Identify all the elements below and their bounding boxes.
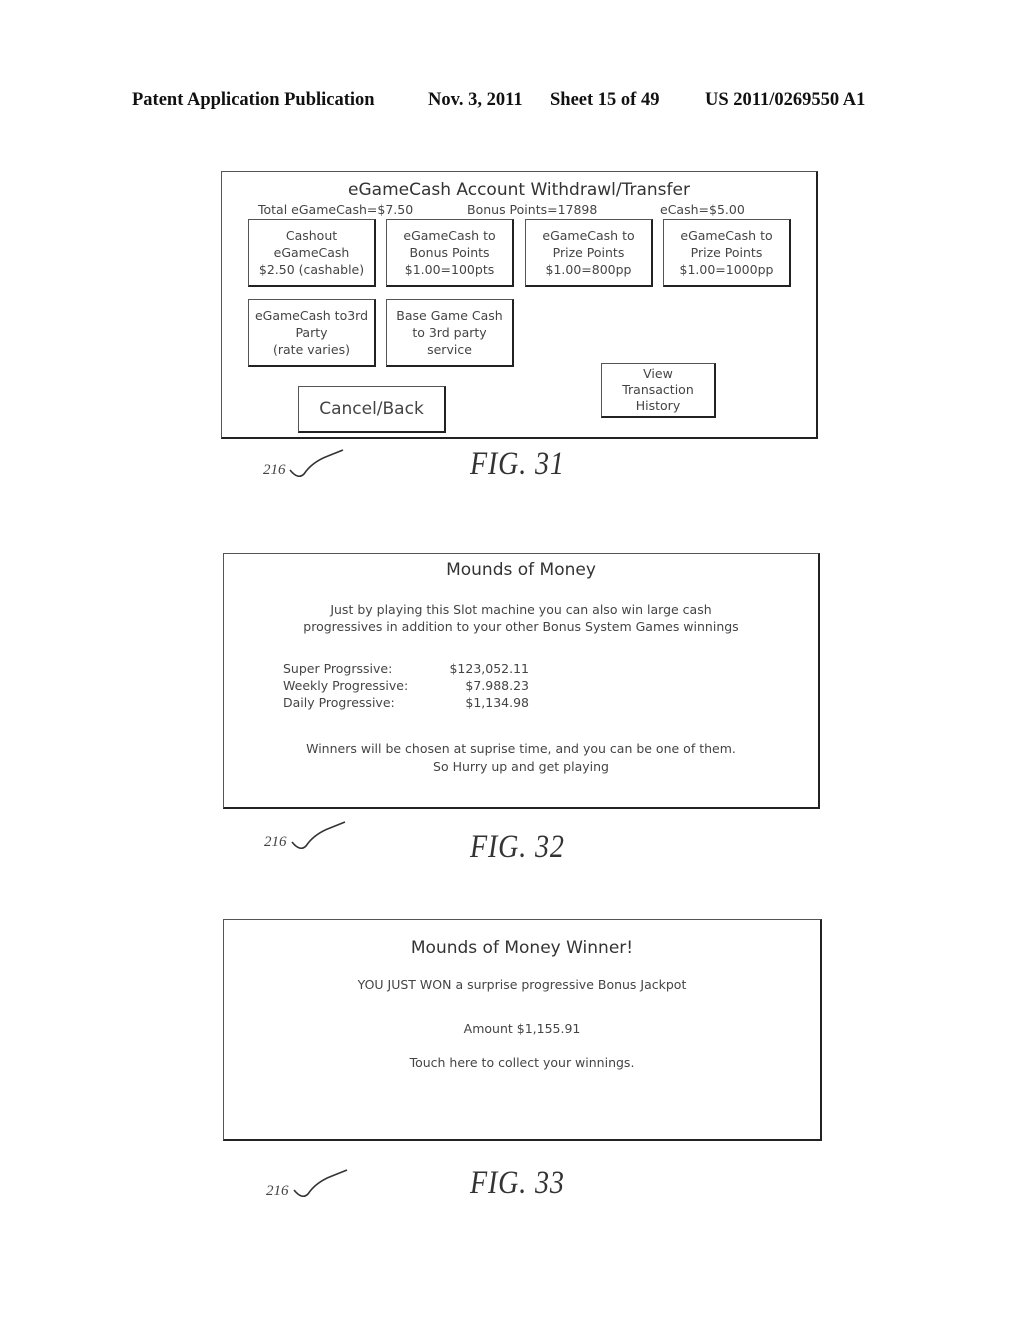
cashout-egamecash-button[interactable]: Cashout eGameCash $2.50 (cashable) (248, 219, 376, 287)
button-line: Bonus Points (409, 245, 490, 260)
screen-title: eGameCash Account Withdrawl/Transfer (348, 180, 690, 200)
reference-numeral: 216 (266, 1183, 289, 1199)
button-line: $1.00=1000pp (679, 262, 774, 277)
ecash-balance: eCash=$5.00 (660, 202, 745, 217)
progressive-value: $1,134.98 (465, 695, 529, 710)
to-bonus-points-button[interactable]: eGameCash to Bonus Points $1.00=100pts (386, 219, 514, 287)
button-line: eGameCash to (542, 228, 635, 243)
button-line: Prize Points (690, 245, 763, 260)
progressive-label: Weekly Progressive: (283, 678, 409, 693)
withdraw-transfer-screen: eGameCash Account Withdrawl/Transfer Tot… (221, 171, 818, 439)
button-line: $2.50 (cashable) (258, 262, 365, 277)
figure-label: FIG. 32 (470, 829, 565, 865)
button-line: Cashout (285, 228, 338, 243)
total-egamecash: Total eGameCash=$7.50 (258, 202, 414, 217)
winner-screen[interactable]: Mounds of Money Winner! YOU JUST WON a s… (223, 919, 822, 1141)
button-line: eGameCash to3rd (254, 308, 369, 323)
button-line: Base Game Cash (396, 308, 503, 323)
button-line: eGameCash to (403, 228, 496, 243)
button-line: $1.00=100pts (404, 262, 495, 277)
button-line: eGameCash to (680, 228, 773, 243)
publication-date: Nov. 3, 2011 (428, 90, 523, 110)
outro-line: Winners will be chosen at suprise time, … (306, 741, 736, 756)
button-line: (rate varies) (273, 342, 350, 357)
screen-title: Mounds of Money Winner! (410, 938, 634, 958)
intro-line: Just by playing this Slot machine you ca… (330, 602, 712, 617)
figure-label: FIG. 31 (470, 446, 565, 482)
jackpot-message: YOU JUST WON a surprise progressive Bonu… (357, 977, 687, 992)
button-line: to 3rd party (412, 325, 487, 340)
mounds-of-money-screen: Mounds of Money Just by playing this Slo… (223, 553, 820, 809)
leader-line-icon (293, 1169, 348, 1198)
patent-number: US 2011/0269550 A1 (705, 90, 866, 110)
view-transaction-history-button[interactable]: View Transaction History (601, 363, 716, 418)
intro-line: progressives in addition to your other B… (303, 619, 739, 634)
to-prize-points-1000-button[interactable]: eGameCash to Prize Points $1.00=1000pp (663, 219, 791, 287)
button-line: Party (295, 325, 328, 340)
to-prize-points-800-button[interactable]: eGameCash to Prize Points $1.00=800pp (525, 219, 653, 287)
button-line: Transaction (622, 382, 694, 397)
leader-line-icon (289, 449, 344, 478)
jackpot-amount: Amount $1,155.91 (463, 1021, 581, 1036)
button-label: Cancel/Back (319, 398, 424, 419)
leader-line-icon (291, 821, 346, 850)
progressive-value: $7.988.23 (465, 678, 529, 693)
collect-winnings-link[interactable]: Touch here to collect your winnings. (224, 1054, 820, 1071)
cancel-back-button[interactable]: Cancel/Back (298, 386, 446, 433)
button-line: eGameCash (273, 245, 350, 260)
progressive-label: Super Progrssive: (283, 661, 393, 676)
publication-type: Patent Application Publication (132, 90, 375, 110)
to-3rd-party-button[interactable]: eGameCash to3rd Party (rate varies) (248, 299, 376, 367)
bonus-points: Bonus Points=17898 (467, 202, 598, 217)
outro-line: So Hurry up and get playing (433, 759, 609, 774)
base-game-cash-3rd-party-button[interactable]: Base Game Cash to 3rd party service (386, 299, 514, 367)
button-line: $1.00=800pp (545, 262, 632, 277)
progressive-label: Daily Progressive: (283, 695, 395, 710)
sheet-number: Sheet 15 of 49 (550, 90, 660, 110)
button-line: History (635, 398, 681, 413)
button-line: Prize Points (552, 245, 625, 260)
progressive-value: $123,052.11 (449, 661, 529, 676)
figure-label: FIG. 33 (470, 1165, 565, 1201)
button-line: View (643, 366, 673, 381)
reference-numeral: 216 (264, 834, 287, 850)
reference-numeral: 216 (263, 462, 286, 478)
button-line: service (427, 342, 472, 357)
screen-title: Mounds of Money (446, 560, 596, 580)
